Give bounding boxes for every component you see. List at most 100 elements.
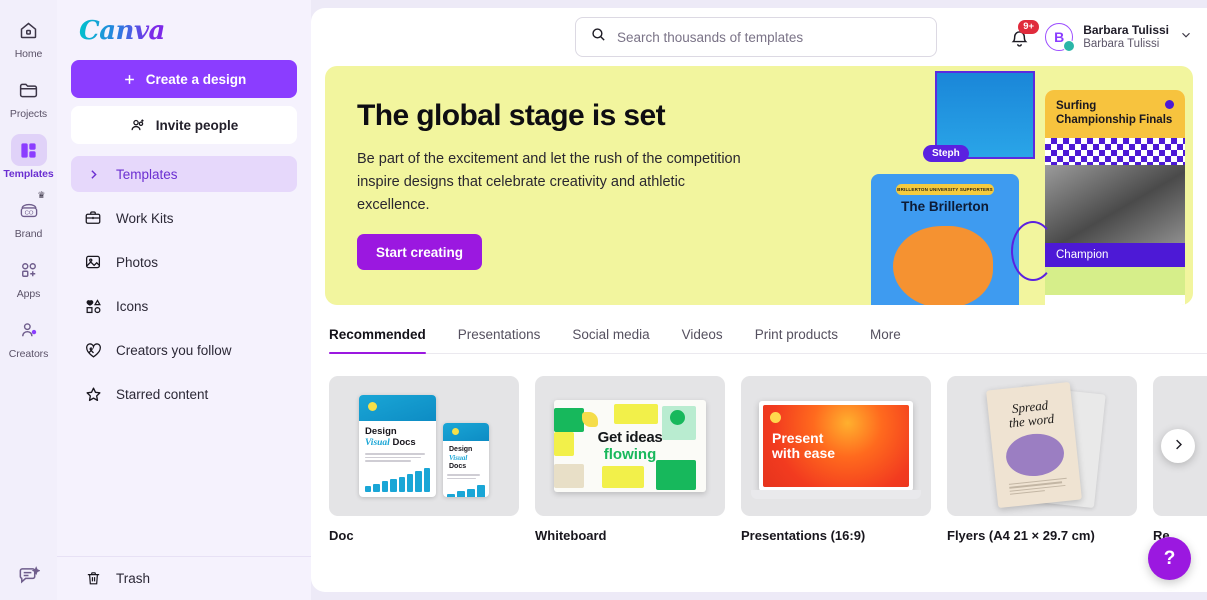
brand-kit-icon: CO ♛ (11, 190, 47, 226)
sidebar-item-photos[interactable]: Photos (71, 244, 297, 280)
rail-label-apps: Apps (16, 288, 41, 300)
collage-champion-label: Champion (1045, 243, 1185, 267)
account-info[interactable]: Barbara Tulissi Barbara Tulissi (1083, 23, 1169, 51)
rail-label-projects: Projects (9, 108, 48, 120)
hero-body: Be part of the excitement and let the ru… (357, 151, 741, 213)
whiteboard-title-line2: flowing (603, 446, 657, 463)
template-label-whiteboard: Whiteboard (535, 528, 607, 543)
template-card-whiteboard[interactable]: Get ideas flowing Whiteboard (535, 376, 725, 543)
hero-banner: The global stage is set Be part of the e… (325, 66, 1193, 305)
rail-bottom-area (0, 560, 57, 592)
template-thumb-presentations: Present with ease (741, 376, 931, 516)
rail-item-creators[interactable]: Creators (3, 314, 55, 360)
template-thumb-flyers: Spread the word (947, 376, 1137, 516)
create-a-design-label: Create a design (145, 71, 247, 87)
flyer-title-line2: the word (1008, 410, 1055, 431)
folder-icon (11, 74, 47, 106)
carousel-next-button[interactable] (1161, 429, 1195, 463)
chevron-down-icon[interactable] (1179, 28, 1193, 47)
collage-surfing-header: Surfing Championship Finals (1045, 90, 1185, 138)
rail-item-projects[interactable]: Projects (3, 74, 55, 120)
rail-item-home[interactable]: Home (3, 14, 55, 60)
tab-print-products[interactable]: Print products (755, 327, 838, 353)
template-card-presentations[interactable]: Present with ease Presentations (16:9) (741, 376, 931, 543)
sidebar-label-photos: Photos (116, 254, 159, 270)
crown-badge-icon: ♛ (37, 190, 46, 200)
notification-badge: 9+ (1018, 20, 1040, 34)
sidebar-item-starred-content[interactable]: Starred content (71, 376, 297, 412)
hero-title: The global stage is set (357, 99, 666, 132)
start-creating-button[interactable]: Start creating (357, 234, 483, 270)
template-label-flyers: Flyers (A4 21 × 29.7 cm) (947, 528, 1095, 543)
presentation-title-line2: with ease (772, 445, 836, 461)
category-tabs: Recommended Presentations Social media V… (329, 327, 1207, 354)
sidebar-item-trash[interactable]: Trash (57, 556, 311, 600)
collage-checker-pattern (1045, 138, 1185, 165)
main-content: 9+ B Barbara Tulissi Barbara Tulissi (311, 8, 1207, 592)
rail-item-templates[interactable]: Templates (3, 134, 55, 180)
template-card-row: Design Visual Docs Design Visual Docs Doc (329, 376, 1207, 543)
template-label-doc: Doc (329, 528, 354, 543)
collage-steph-tag: Steph (923, 145, 969, 162)
plus-icon (124, 74, 134, 84)
svg-text:CO: CO (24, 210, 33, 216)
sidebar-item-work-kits[interactable]: Work Kits (71, 200, 297, 236)
tab-more[interactable]: More (870, 327, 901, 353)
notifications-button[interactable]: 9+ (1009, 20, 1040, 51)
trash-icon (83, 569, 103, 589)
sidebar-label-creators-you-follow: Creators you follow (116, 342, 232, 358)
star-icon (83, 384, 103, 404)
collage-surfing-dot-icon (1165, 100, 1174, 109)
account-name: Barbara Tulissi (1083, 23, 1169, 37)
invite-people-button[interactable]: Invite people (71, 106, 297, 144)
hero-copy: The global stage is set Be part of the e… (325, 66, 745, 270)
feedback-sparkle-icon[interactable] (11, 560, 47, 592)
top-bar: 9+ B Barbara Tulissi Barbara Tulissi (311, 8, 1207, 66)
sidebar-item-creators-you-follow[interactable]: Creators you follow (71, 332, 297, 368)
sidebar-label-templates: Templates (116, 166, 178, 182)
canva-app-window: Home Projects Templates CO ♛ Brand Apps … (0, 0, 1207, 600)
add-people-icon (131, 118, 144, 130)
tab-recommended[interactable]: Recommended (329, 327, 426, 354)
invite-people-label: Invite people (155, 117, 239, 133)
tab-social-media[interactable]: Social media (572, 327, 649, 353)
creators-person-icon (11, 314, 47, 346)
rail-item-brand[interactable]: CO ♛ Brand (3, 190, 55, 241)
sidebar-item-icons[interactable]: Icons (71, 288, 297, 324)
sidebar-item-templates[interactable]: Templates (71, 156, 297, 192)
template-label-presentations: Presentations (16:9) (741, 528, 866, 543)
templates-icon (10, 134, 47, 166)
hero-collage: Steph BRILLERTON UNIVERSITY SUPPORTERS T… (863, 66, 1193, 305)
chevron-right-icon (1171, 437, 1186, 455)
rail-label-brand: Brand (14, 228, 43, 240)
sidebar-label-starred-content: Starred content (116, 386, 209, 402)
whiteboard-title-line1: Get ideas (597, 429, 663, 446)
side-panel: Canva Create a design Invite people Temp… (57, 0, 311, 600)
sidebar-label-trash: Trash (116, 571, 151, 586)
template-card-doc[interactable]: Design Visual Docs Design Visual Docs Doc (329, 376, 519, 543)
help-button[interactable]: ? (1148, 537, 1191, 580)
presentation-title-line1: Present (772, 430, 824, 446)
canva-logo[interactable]: Canva (79, 16, 165, 46)
left-rail: Home Projects Templates CO ♛ Brand Apps … (0, 0, 57, 600)
avatar[interactable]: B (1045, 23, 1076, 52)
tab-presentations[interactable]: Presentations (458, 327, 541, 353)
collage-squiggle-decoration (1011, 221, 1055, 281)
search-bar[interactable] (575, 17, 937, 57)
heart-photo-icon (83, 340, 103, 360)
collage-brillerton-blob (893, 226, 993, 305)
template-thumb-doc: Design Visual Docs Design Visual Docs (329, 376, 519, 516)
create-a-design-button[interactable]: Create a design (71, 60, 297, 98)
search-icon (590, 26, 607, 48)
template-card-flyers[interactable]: Spread the word Flyers (A4 21 × 29.7 cm) (947, 376, 1137, 543)
tab-videos[interactable]: Videos (682, 327, 723, 353)
rail-label-creators: Creators (8, 348, 49, 360)
collage-surfing-footer (1045, 267, 1185, 295)
collage-brillerton-pill: BRILLERTON UNIVERSITY SUPPORTERS (896, 184, 994, 195)
shapes-icon (83, 296, 103, 316)
rail-label-home: Home (14, 48, 43, 60)
top-right-group: 9+ B Barbara Tulissi Barbara Tulissi (1009, 20, 1193, 52)
sidebar-label-icons: Icons (116, 298, 149, 314)
rail-item-apps[interactable]: Apps (3, 254, 55, 300)
search-input[interactable] (617, 29, 922, 45)
